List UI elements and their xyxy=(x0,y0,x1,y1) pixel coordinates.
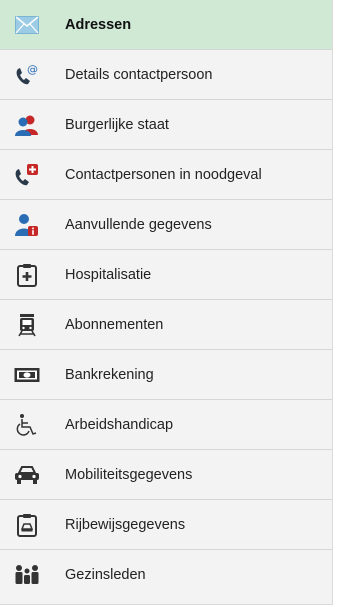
sidebar-item-abonnementen[interactable]: Abonnementen xyxy=(0,300,332,350)
sidebar-item-aanvullende-gegevens[interactable]: Aanvullende gegevens xyxy=(0,200,332,250)
phone-emergency-icon xyxy=(14,162,40,188)
sidebar-item-label: Aanvullende gegevens xyxy=(65,216,212,233)
two-people-icon xyxy=(14,112,40,138)
sidebar-item-mobiliteitsgegevens[interactable]: Mobiliteitsgegevens xyxy=(0,450,332,500)
sidebar-item-bankrekening[interactable]: Bankrekening xyxy=(0,350,332,400)
license-clipboard-icon xyxy=(14,512,40,538)
wheelchair-icon xyxy=(14,412,40,438)
sidebar-item-label: Bankrekening xyxy=(65,366,154,383)
family-icon xyxy=(14,562,40,588)
sidebar-item-label: Hospitalisatie xyxy=(65,266,152,283)
sidebar-item-label: Arbeidshandicap xyxy=(65,416,174,433)
svg-text:@: @ xyxy=(27,63,38,76)
sidebar-item-contactpersonen-noodgeval[interactable]: Contactpersonen in noodgeval xyxy=(0,150,332,200)
phone-at-icon: @ xyxy=(14,62,40,88)
sidebar-item-label: Adressen xyxy=(65,16,132,33)
banknote-icon xyxy=(14,362,40,388)
envelope-icon xyxy=(14,12,40,38)
sidebar-item-gezinsleden[interactable]: Gezinsleden xyxy=(0,550,332,600)
car-icon xyxy=(14,462,40,488)
sidebar-item-label: Burgerlijke staat xyxy=(65,116,169,133)
sidebar-item-label: Mobiliteitsgegevens xyxy=(65,466,193,483)
sidebar-item-burgerlijke-staat[interactable]: Burgerlijke staat xyxy=(0,100,332,150)
sidebar-item-label: Rijbewijsgegevens xyxy=(65,516,186,533)
sidebar-item-adressen[interactable]: Adressen xyxy=(0,0,332,50)
sidebar-item-hospitalisatie[interactable]: Hospitalisatie xyxy=(0,250,332,300)
medical-clipboard-icon xyxy=(14,262,40,288)
person-info-icon xyxy=(14,212,40,238)
sidebar-item-label: Details contactpersoon xyxy=(65,66,213,83)
sidebar-item-rijbewijsgegevens[interactable]: Rijbewijsgegevens xyxy=(0,500,332,550)
sidebar-item-arbeidshandicap[interactable]: Arbeidshandicap xyxy=(0,400,332,450)
train-icon xyxy=(14,312,40,338)
sidebar-item-label: Abonnementen xyxy=(65,316,164,333)
sidebar-item-label: Contactpersonen in noodgeval xyxy=(65,166,262,183)
sidebar-menu: Adressen @ Details contactpersoon Burger… xyxy=(0,0,333,605)
sidebar-item-details-contactpersoon[interactable]: @ Details contactpersoon xyxy=(0,50,332,100)
sidebar-item-label: Gezinsleden xyxy=(65,567,146,583)
